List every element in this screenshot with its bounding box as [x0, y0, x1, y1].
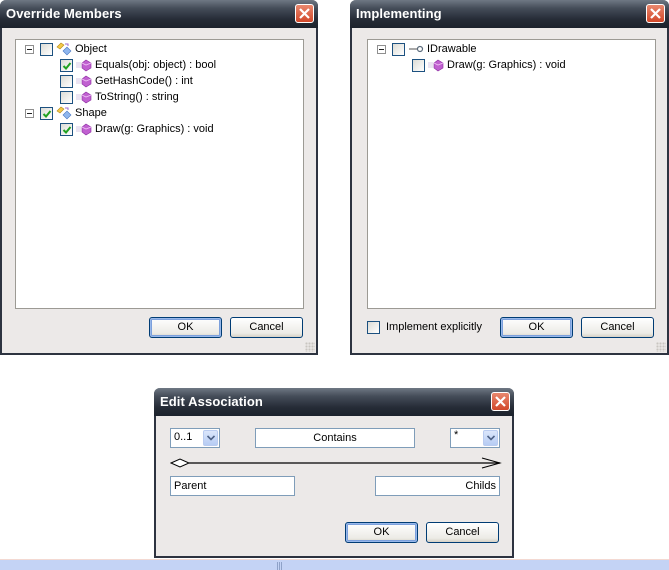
close-icon: [495, 396, 506, 407]
cancel-button[interactable]: Cancel: [581, 317, 654, 338]
tree-node-label: Equals(obj: object) : bool: [95, 59, 217, 71]
tree-node-equals[interactable]: Equals(obj: object) : bool: [60, 57, 216, 73]
collapse-toggle[interactable]: [25, 44, 34, 54]
title-bar[interactable]: Edit Association: [154, 388, 514, 416]
tree-node-shape[interactable]: Shape: [25, 105, 107, 121]
tree-node-label: Object: [75, 43, 107, 55]
implement-explicitly-checkbox[interactable]: Implement explicitly: [367, 319, 482, 335]
checkbox[interactable]: [40, 106, 53, 120]
collapse-toggle[interactable]: [25, 108, 34, 118]
title-bar[interactable]: Implementing: [350, 0, 669, 28]
checkbox[interactable]: [60, 58, 73, 72]
taskbar: [0, 559, 669, 570]
cancel-button[interactable]: Cancel: [230, 317, 303, 338]
tree-node-label: IDrawable: [427, 43, 477, 55]
implement-explicitly-label: Implement explicitly: [386, 321, 482, 333]
end-role-field[interactable]: Childs: [375, 476, 500, 496]
collapse-toggle[interactable]: [377, 44, 386, 54]
resize-grip[interactable]: [305, 342, 315, 352]
dialog-title: Override Members: [6, 6, 122, 21]
combo-value: 0..1: [174, 431, 193, 443]
combo-value: *: [454, 429, 459, 441]
start-role-field[interactable]: Parent: [170, 476, 295, 496]
method-icon: [76, 74, 92, 88]
association-line: [170, 457, 502, 469]
members-tree[interactable]: Object Equals(obj: object) : bool GetHas…: [15, 39, 304, 309]
end-multiplicity-combo[interactable]: *: [450, 428, 500, 448]
resize-grip[interactable]: [656, 342, 666, 352]
chevron-down-icon: [487, 435, 495, 441]
tree-node-label: Draw(g: Graphics) : void: [447, 59, 566, 71]
tree-node-label: Shape: [75, 107, 107, 119]
edit-association-dialog: Edit Association 0..1 Contains * Parent …: [154, 388, 514, 558]
checkmark-icon: [42, 109, 52, 118]
override-members-dialog: Override Members Object Equals(obj: obje…: [0, 0, 318, 355]
checkbox[interactable]: [60, 90, 73, 104]
checkbox[interactable]: [392, 42, 405, 56]
association-name-field[interactable]: Contains: [255, 428, 415, 448]
ok-button[interactable]: OK: [345, 522, 418, 543]
tree-node-label: Draw(g: Graphics) : void: [95, 123, 214, 135]
interfaces-tree[interactable]: IDrawable Draw(g: Graphics) : void: [367, 39, 656, 309]
interface-icon: [408, 42, 424, 56]
tree-node-object[interactable]: Object: [25, 41, 107, 57]
checkmark-icon: [62, 61, 72, 70]
start-multiplicity-combo[interactable]: 0..1: [170, 428, 220, 448]
close-icon: [299, 8, 310, 19]
tree-node-draw[interactable]: Draw(g: Graphics) : void: [412, 57, 566, 73]
tree-node-idrawable[interactable]: IDrawable: [377, 41, 477, 57]
aggregation-diamond-icon: [170, 458, 191, 468]
class-icon: [56, 42, 72, 56]
method-icon: [76, 58, 92, 72]
implementing-dialog: Implementing IDrawable Draw(g: Graphics)…: [350, 0, 669, 355]
tree-node-gethashcode[interactable]: GetHashCode() : int: [60, 73, 193, 89]
method-icon: [76, 90, 92, 104]
close-icon: [650, 8, 661, 19]
ok-button[interactable]: OK: [149, 317, 222, 338]
ok-button[interactable]: OK: [500, 317, 573, 338]
tree-node-tostring[interactable]: ToString() : string: [60, 89, 179, 105]
chevron-down-icon: [207, 435, 215, 441]
tree-node-draw[interactable]: Draw(g: Graphics) : void: [60, 121, 214, 137]
dialog-title: Implementing: [356, 6, 442, 21]
tree-node-label: GetHashCode() : int: [95, 75, 193, 87]
checkmark-icon: [62, 125, 72, 134]
dialog-title: Edit Association: [160, 394, 263, 409]
tree-node-label: ToString() : string: [95, 91, 179, 103]
close-button[interactable]: [491, 392, 510, 411]
title-bar[interactable]: Override Members: [0, 0, 318, 28]
checkbox[interactable]: [412, 58, 425, 72]
method-icon: [76, 122, 92, 136]
checkbox[interactable]: [40, 42, 53, 56]
checkbox[interactable]: [60, 122, 73, 136]
class-icon: [56, 106, 72, 120]
dropdown-button[interactable]: [483, 430, 498, 446]
close-button[interactable]: [646, 4, 665, 23]
checkbox[interactable]: [367, 320, 380, 334]
method-icon: [428, 58, 444, 72]
dropdown-button[interactable]: [203, 430, 218, 446]
cancel-button[interactable]: Cancel: [426, 522, 499, 543]
close-button[interactable]: [295, 4, 314, 23]
checkbox[interactable]: [60, 74, 73, 88]
